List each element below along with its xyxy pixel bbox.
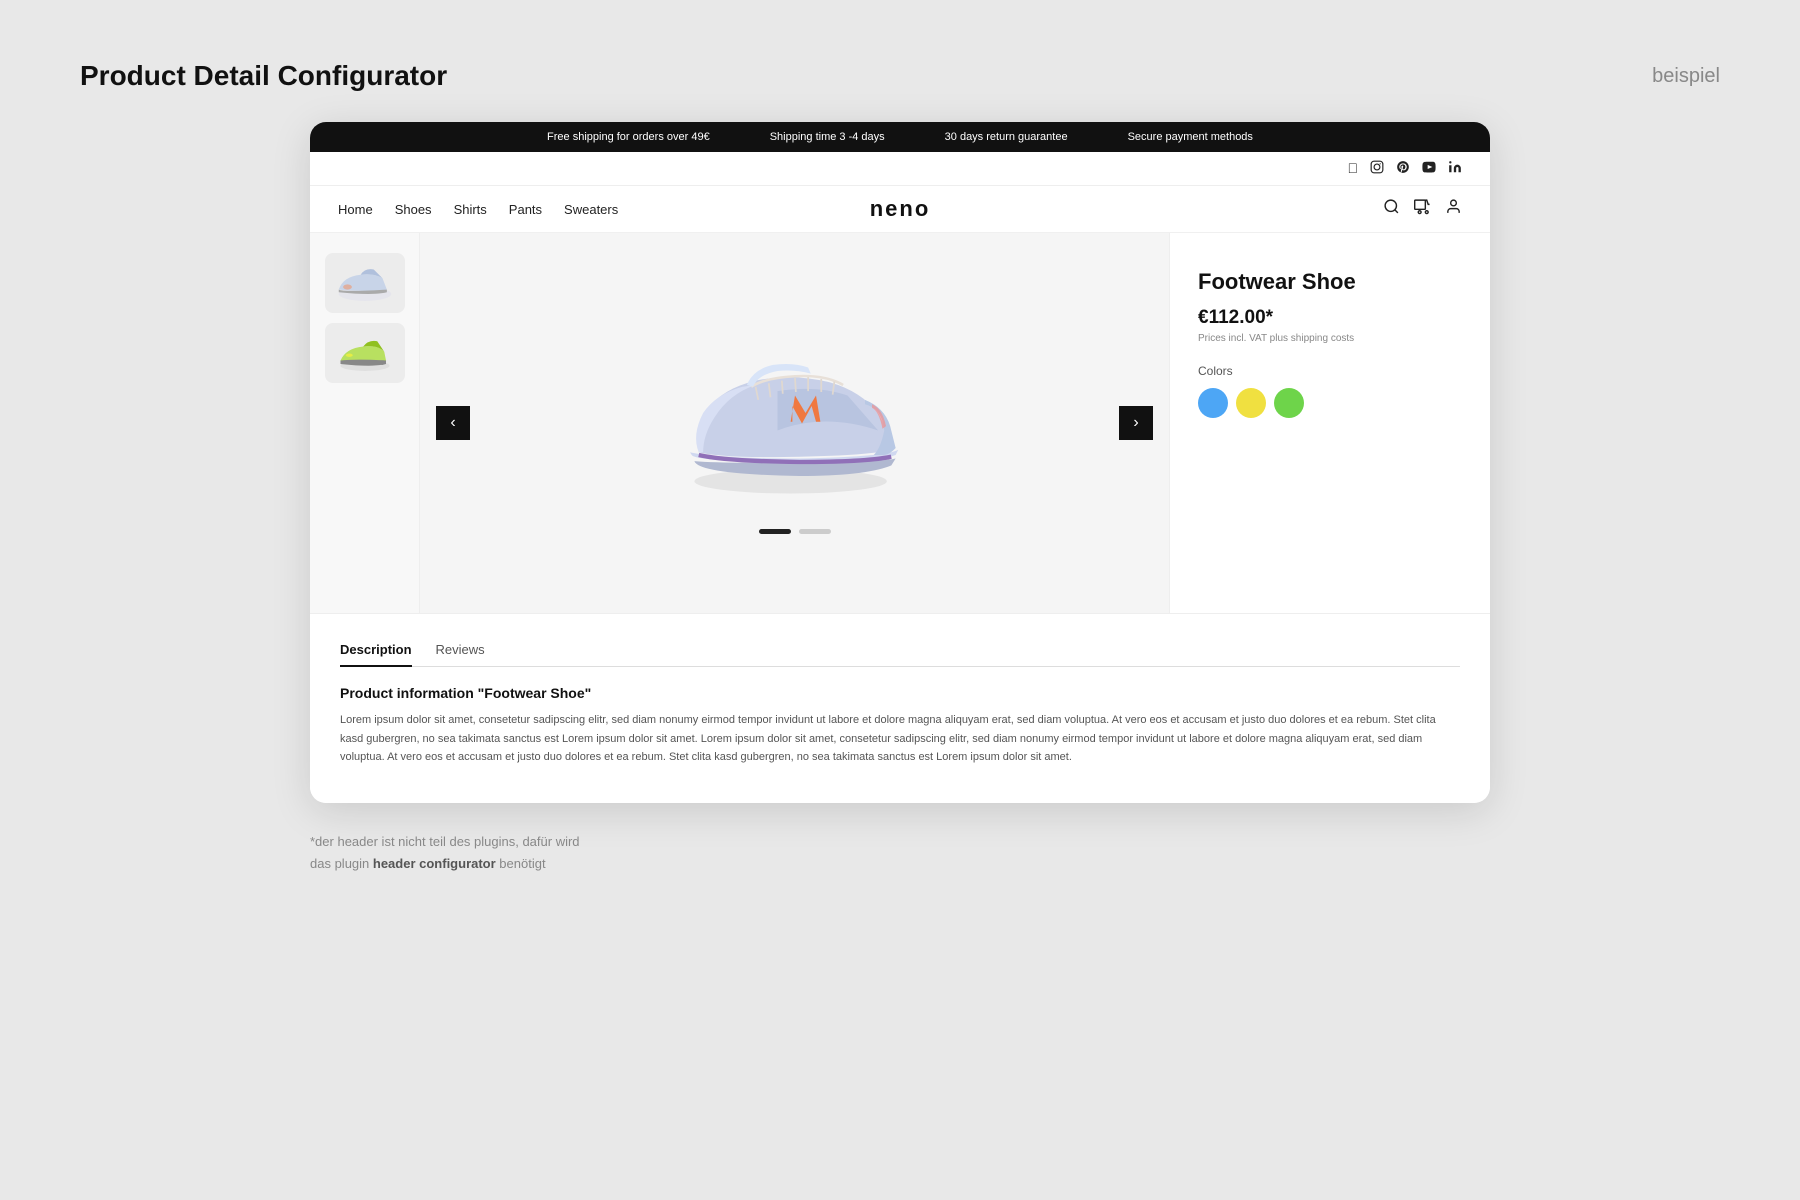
footer-note-plugin-name: header configurator	[373, 856, 496, 871]
announcement-bar: Free shipping for orders over 49€ Shippi…	[310, 122, 1490, 152]
search-icon[interactable]	[1383, 198, 1400, 220]
thumbnail-sidebar	[310, 233, 420, 613]
main-product-image	[655, 313, 935, 513]
account-icon[interactable]	[1445, 198, 1462, 220]
carousel-dot-1[interactable]	[759, 529, 791, 534]
nav-shoes[interactable]: Shoes	[395, 202, 432, 217]
carousel-dots	[759, 529, 831, 534]
footer-note-line2-pre: das plugin	[310, 856, 373, 871]
nav-links: Home Shoes Shirts Pants Sweaters	[338, 202, 618, 217]
main-image-area: ‹	[420, 233, 1170, 613]
main-nav: Home Shoes Shirts Pants Sweaters neno	[310, 186, 1490, 233]
announcement-4: Secure payment methods	[1128, 131, 1253, 143]
announcement-1: Free shipping for orders over 49€	[547, 131, 710, 143]
product-price: €112.00*	[1198, 307, 1462, 329]
announcement-2: Shipping time 3 -4 days	[770, 131, 885, 143]
description-text: Lorem ipsum dolor sit amet, consetetur s…	[340, 711, 1460, 767]
footer-note-line1: *der header ist nicht teil des plugins, …	[310, 834, 580, 849]
thumbnail-2[interactable]	[325, 323, 405, 383]
footer-note-line2-post: benötigt	[496, 856, 546, 871]
product-name: Footwear Shoe	[1198, 269, 1462, 295]
announcement-3: 30 days return guarantee	[945, 131, 1068, 143]
cart-icon[interactable]	[1414, 198, 1431, 220]
carousel-dot-2[interactable]	[799, 529, 831, 534]
nav-actions	[1383, 198, 1462, 220]
youtube-icon[interactable]	[1422, 160, 1436, 177]
color-swatch-blue[interactable]	[1198, 388, 1228, 418]
thumbnail-1[interactable]	[325, 253, 405, 313]
social-bar: 	[310, 152, 1490, 186]
description-tabs: Description Reviews	[340, 642, 1460, 667]
linkedin-icon[interactable]	[1448, 160, 1462, 177]
nav-shirts[interactable]: Shirts	[454, 202, 487, 217]
nav-pants[interactable]: Pants	[509, 202, 542, 217]
footer-note: *der header ist nicht teil des plugins, …	[310, 831, 1490, 875]
product-vat: Prices incl. VAT plus shipping costs	[1198, 333, 1462, 344]
page-brand: beispiel	[1652, 65, 1720, 88]
product-section: ‹	[310, 233, 1490, 613]
nav-home[interactable]: Home	[338, 202, 373, 217]
color-swatches	[1198, 388, 1462, 418]
product-info: Footwear Shoe €112.00* Prices incl. VAT …	[1170, 233, 1490, 613]
colors-label: Colors	[1198, 364, 1462, 378]
nav-logo: neno	[870, 196, 931, 222]
carousel-next-button[interactable]: ›	[1119, 406, 1153, 440]
description-section: Description Reviews Product information …	[310, 613, 1490, 803]
description-heading: Product information "Footwear Shoe"	[340, 685, 1460, 701]
carousel-prev-button[interactable]: ‹	[436, 406, 470, 440]
instagram-icon[interactable]	[1370, 160, 1384, 177]
color-swatch-green[interactable]	[1274, 388, 1304, 418]
browser-window: Free shipping for orders over 49€ Shippi…	[310, 122, 1490, 803]
pinterest-icon[interactable]	[1396, 160, 1410, 177]
color-swatch-yellow[interactable]	[1236, 388, 1266, 418]
facebook-icon[interactable]: 	[1348, 160, 1359, 177]
tab-reviews[interactable]: Reviews	[436, 642, 485, 667]
tab-description[interactable]: Description	[340, 642, 412, 667]
nav-sweaters[interactable]: Sweaters	[564, 202, 618, 217]
page-title: Product Detail Configurator	[80, 60, 447, 92]
